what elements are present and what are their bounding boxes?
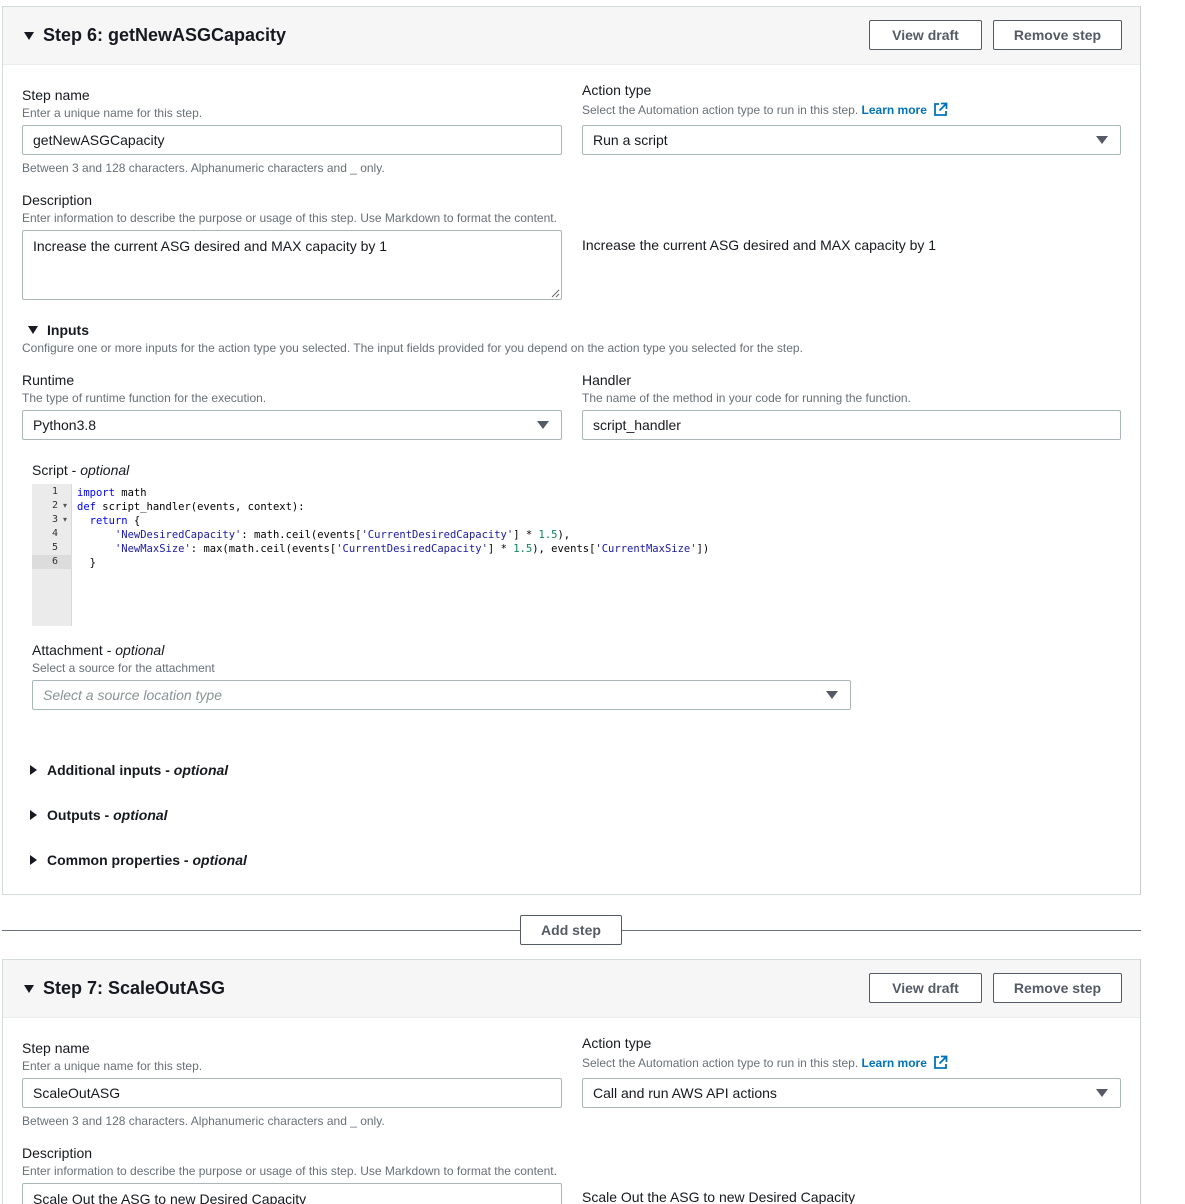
action-type-select[interactable]: Run a script <box>582 125 1121 155</box>
description-textarea[interactable]: Scale Out the ASG to new Desired Capacit… <box>22 1183 562 1204</box>
description-textarea-value: Increase the current ASG desired and MAX… <box>33 238 388 254</box>
runtime-select[interactable]: Python3.8 <box>22 410 562 440</box>
step-7-header: Step 7: ScaleOutASG View draft Remove st… <box>3 960 1140 1018</box>
line-number: 5 <box>52 542 59 553</box>
step-6-title: Step 6: getNewASGCapacity <box>43 25 287 45</box>
action-type-description: Select the Automation action type to run… <box>582 102 948 117</box>
step-name-label: Step name <box>22 87 90 103</box>
action-type-label: Action type <box>582 1035 652 1051</box>
common-properties-section[interactable]: Common properties - optional <box>47 852 247 868</box>
divider <box>2 930 520 931</box>
add-step-button[interactable]: Add step <box>520 915 622 945</box>
learn-more-link[interactable]: Learn more <box>862 1056 927 1070</box>
remove-step-button[interactable]: Remove step <box>993 973 1122 1003</box>
handler-label: Handler <box>582 372 632 388</box>
chevron-down-icon <box>1096 136 1108 144</box>
step-name-description: Enter a unique name for this step. <box>22 106 203 120</box>
additional-inputs-title: Additional inputs - <box>47 762 174 778</box>
runtime-label: Runtime <box>22 372 75 388</box>
expand-caret-icon[interactable] <box>30 810 37 820</box>
step-name-label: Step name <box>22 1040 90 1056</box>
view-draft-button[interactable]: View draft <box>869 20 982 50</box>
external-link-icon[interactable] <box>933 102 948 117</box>
description-textarea[interactable]: Increase the current ASG desired and MAX… <box>22 230 562 300</box>
description-help: Enter information to describe the purpos… <box>22 1164 557 1178</box>
description-preview: Scale Out the ASG to new Desired Capacit… <box>582 1189 856 1204</box>
attachment-description: Select a source for the attachment <box>32 661 215 675</box>
learn-more-link[interactable]: Learn more <box>862 103 927 117</box>
attachment-optional: optional <box>115 642 165 658</box>
description-help: Enter information to describe the purpos… <box>22 211 557 225</box>
expand-caret-icon[interactable] <box>30 765 37 775</box>
attachment-select[interactable]: Select a source location type <box>32 680 851 710</box>
optional-tag: optional <box>192 852 247 868</box>
action-type-description-text: Select the Automation action type to run… <box>582 1056 859 1070</box>
resize-handle-icon[interactable] <box>551 289 560 298</box>
collapse-caret-icon[interactable] <box>24 985 34 993</box>
fold-arrow-icon[interactable]: ▾ <box>63 499 67 513</box>
remove-step-button[interactable]: Remove step <box>993 20 1122 50</box>
handler-input[interactable]: script_handler <box>582 410 1121 440</box>
action-type-description: Select the Automation action type to run… <box>582 1055 948 1070</box>
script-code-editor[interactable]: 1 2 3 4 5 6 ▾ ▾ import math def script_h… <box>32 484 1122 626</box>
optional-tag: optional <box>113 807 168 823</box>
inputs-caret-icon[interactable] <box>28 326 38 334</box>
expand-caret-icon[interactable] <box>30 855 37 865</box>
outputs-section[interactable]: Outputs - optional <box>47 807 168 823</box>
runtime-description: The type of runtime function for the exe… <box>22 391 267 405</box>
attachment-placeholder: Select a source location type <box>43 687 222 703</box>
step-6-header: Step 6: getNewASGCapacity View draft Rem… <box>3 7 1140 65</box>
divider <box>622 930 1141 931</box>
collapse-caret-icon[interactable] <box>24 32 34 40</box>
step-7-title: Step 7: ScaleOutASG <box>43 978 226 998</box>
handler-description: The name of the method in your code for … <box>582 391 911 405</box>
action-type-select-value: Run a script <box>593 132 668 148</box>
description-label: Description <box>22 192 93 208</box>
attachment-label: Attachment - optional <box>32 642 164 658</box>
fold-arrow-icon[interactable]: ▾ <box>63 513 67 527</box>
external-link-icon[interactable] <box>933 1055 948 1070</box>
attachment-label-text: Attachment - <box>32 642 116 658</box>
inputs-title[interactable]: Inputs <box>47 322 89 338</box>
script-optional: optional <box>80 462 130 478</box>
chevron-down-icon <box>537 421 549 429</box>
script-label: Script - optional <box>32 462 129 478</box>
script-code[interactable]: import math def script_handler(events, c… <box>77 486 709 570</box>
chevron-down-icon <box>826 691 838 699</box>
common-properties-title: Common properties - <box>47 852 193 868</box>
action-type-select[interactable]: Call and run AWS API actions <box>582 1078 1121 1108</box>
inputs-description: Configure one or more inputs for the act… <box>22 341 803 355</box>
description-label: Description <box>22 1145 93 1161</box>
script-label-text: Script - <box>32 462 81 478</box>
action-type-label: Action type <box>582 82 652 98</box>
line-number: 6 <box>32 555 72 569</box>
action-type-select-value: Call and run AWS API actions <box>593 1085 777 1101</box>
description-textarea-value: Scale Out the ASG to new Desired Capacit… <box>33 1191 307 1204</box>
description-preview: Increase the current ASG desired and MAX… <box>582 237 937 253</box>
chevron-down-icon <box>1096 1089 1108 1097</box>
view-draft-button[interactable]: View draft <box>869 973 982 1003</box>
runtime-select-value: Python3.8 <box>33 417 97 433</box>
line-number: 4 <box>52 528 59 539</box>
step-name-constraint: Between 3 and 128 characters. Alphanumer… <box>22 161 385 175</box>
step-name-constraint: Between 3 and 128 characters. Alphanumer… <box>22 1114 385 1128</box>
optional-tag: optional <box>173 762 229 778</box>
step-name-input[interactable]: ScaleOutASG <box>22 1078 562 1108</box>
additional-inputs-section[interactable]: Additional inputs - optional <box>47 762 228 778</box>
action-type-description-text: Select the Automation action type to run… <box>582 103 859 117</box>
step-name-input[interactable]: getNewASGCapacity <box>22 125 562 155</box>
step-name-description: Enter a unique name for this step. <box>22 1059 203 1073</box>
outputs-title: Outputs - <box>47 807 114 823</box>
line-number: 1 <box>52 486 59 497</box>
